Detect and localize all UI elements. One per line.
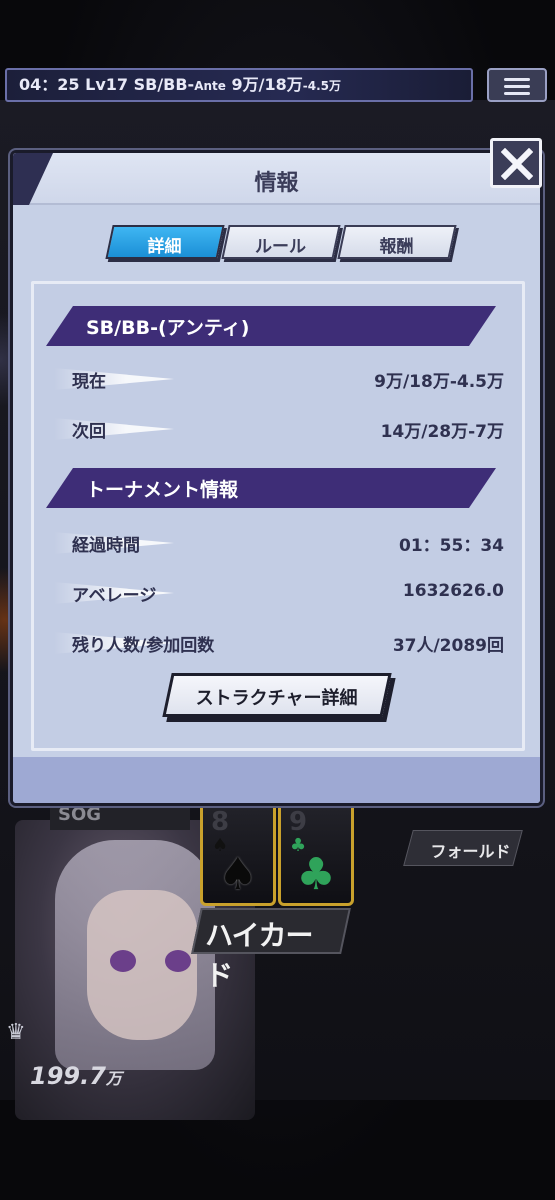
- crown-icon: ♛: [6, 1020, 26, 1045]
- ante-value: -4.5万: [302, 79, 341, 93]
- hand-rank-text: ハイカード: [205, 919, 313, 992]
- blinds-section-heading: SB/BB-(アンティ): [46, 306, 496, 346]
- chip-count: 199.7万: [30, 1062, 122, 1090]
- menu-icon-line: [504, 85, 530, 88]
- modal-header: 情報: [13, 153, 540, 205]
- blinds-label: SB/BB-: [133, 75, 195, 94]
- structure-details-button[interactable]: ストラクチャー詳細: [162, 673, 392, 717]
- row-label: アベレージ: [72, 586, 157, 606]
- close-icon: [501, 148, 533, 180]
- tab-details[interactable]: 詳細: [105, 225, 225, 259]
- chip-value: 199.7: [30, 1062, 106, 1090]
- structure-button-label: ストラクチャー詳細: [195, 688, 358, 709]
- info-modal: 情報 詳細 ルール 報酬 SB/BB-(アンティ) 現在 9万/18万-4.5万: [10, 150, 543, 806]
- chip-unit: 万: [105, 1069, 122, 1088]
- avatar-eye: [165, 950, 191, 972]
- row-value: 37人/2089回: [392, 636, 504, 656]
- hamburger-menu-button[interactable]: [487, 68, 547, 102]
- row-value: 9万/18万-4.5万: [374, 372, 504, 392]
- tab-label: 報酬: [379, 237, 414, 257]
- blinds-value: 9万/18万: [231, 75, 303, 94]
- info-row-next: 次回 14万/28万-7万: [54, 414, 504, 444]
- close-button[interactable]: [490, 138, 542, 188]
- modal-footer: [13, 757, 540, 803]
- row-value: 01：55：34: [399, 536, 504, 556]
- avatar-eye: [110, 950, 136, 972]
- row-label: 現在: [72, 372, 106, 392]
- hole-card: 9 ♣ ♣: [278, 800, 354, 906]
- section-heading-text: SB/BB-(アンティ): [86, 317, 250, 339]
- game-screen: 04：25 Lv17 SB/BB-Ante 9万/18万-4.5万 SOG 8 …: [0, 0, 555, 1200]
- menu-icon-line: [504, 78, 530, 81]
- row-label: 残り人数/参加回数: [72, 636, 215, 656]
- elapsed-clock: 04：25: [19, 75, 80, 94]
- row-value: 1632626.0: [402, 581, 504, 601]
- hole-card: 8 ♠ ♠: [200, 800, 276, 906]
- tab-rules[interactable]: ルール: [221, 225, 341, 259]
- row-label: 経過時間: [72, 536, 140, 556]
- fold-text: フォールド: [430, 842, 511, 861]
- section-heading-text: トーナメント情報: [86, 479, 239, 501]
- tab-label: ルール: [254, 237, 306, 257]
- tab-rewards[interactable]: 報酬: [337, 225, 457, 259]
- row-label: 次回: [72, 422, 106, 442]
- fold-status-tag: フォールド: [403, 830, 523, 866]
- row-value: 14万/28万-7万: [380, 422, 504, 442]
- spade-icon: ♠: [218, 849, 258, 900]
- card-rank: 9: [289, 807, 308, 837]
- info-row-average: アベレージ 1632626.0: [54, 578, 504, 608]
- club-icon: ♣: [296, 849, 336, 900]
- menu-icon-line: [504, 92, 530, 95]
- blind-status-bar: 04：25 Lv17 SB/BB-Ante 9万/18万-4.5万: [5, 68, 473, 102]
- info-row-elapsed-time: 経過時間 01：55：34: [54, 528, 504, 558]
- tournament-section-heading: トーナメント情報: [46, 468, 496, 508]
- hand-rank-label: ハイカード: [191, 908, 351, 992]
- ante-label: Ante: [194, 79, 226, 93]
- modal-title: 情報: [254, 171, 299, 196]
- blind-level: Lv17: [85, 75, 129, 94]
- tab-label: 詳細: [147, 237, 182, 257]
- info-row-current: 現在 9万/18万-4.5万: [54, 364, 504, 394]
- info-row-remaining-players: 残り人数/参加回数 37人/2089回: [54, 628, 504, 658]
- card-rank: 8: [211, 807, 230, 837]
